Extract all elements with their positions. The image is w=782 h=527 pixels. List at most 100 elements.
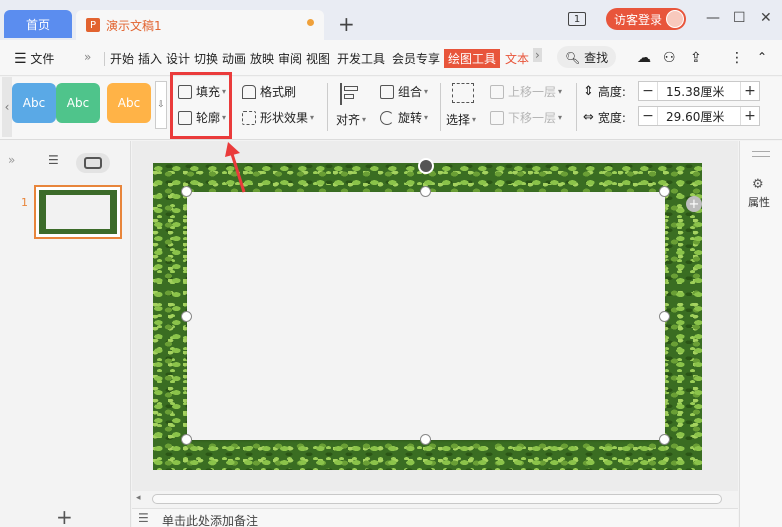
outline-view-icon[interactable]: ☰ <box>48 153 59 167</box>
resize-handle-top-left[interactable] <box>181 186 192 197</box>
notes-bar[interactable]: ☰ 单击此处添加备注 <box>132 508 738 527</box>
rotate-icon <box>380 110 394 125</box>
rotate-button[interactable]: 旋转 ▾ <box>380 109 428 126</box>
resize-handle-top-right[interactable] <box>659 186 670 197</box>
collapse-panel-icon[interactable]: » <box>8 153 15 167</box>
divider <box>576 83 577 131</box>
collapse-ribbon-icon[interactable]: ⌃ <box>757 50 767 64</box>
divider <box>104 52 105 66</box>
slide-thumbnail[interactable] <box>34 185 122 239</box>
add-slide-button[interactable]: + <box>56 505 73 527</box>
tab-transition[interactable]: 切换 <box>194 50 218 67</box>
shape-style-green[interactable]: Abc <box>56 83 100 123</box>
tab-start[interactable]: 开始 <box>110 50 134 67</box>
height-decrease-button[interactable]: − <box>639 82 657 100</box>
select-button[interactable]: 选择 ▾ <box>446 111 476 128</box>
user-share-icon[interactable]: ⚇ <box>663 50 676 66</box>
more-menu-button[interactable]: » <box>84 50 91 64</box>
scroll-right-icon[interactable]: › <box>533 48 542 62</box>
hamburger-icon: ☰ <box>14 51 27 67</box>
width-increase-button[interactable]: + <box>741 107 759 125</box>
tab-review[interactable]: 审阅 <box>278 50 302 67</box>
unsaved-dot-icon <box>307 19 314 26</box>
close-button[interactable]: ✕ <box>760 10 772 26</box>
tab-text[interactable]: 文本 <box>505 50 529 67</box>
bring-forward-button[interactable]: 上移一层 ▾ <box>490 83 562 100</box>
tab-member[interactable]: 会员专享 <box>392 50 440 67</box>
shape-effects-icon <box>242 110 256 125</box>
search-button[interactable]: 🔍︎ 查找 <box>557 46 617 68</box>
notes-placeholder[interactable]: 单击此处添加备注 <box>162 512 258 527</box>
format-painter-button[interactable]: 格式刷 <box>242 83 296 100</box>
shape-style-orange[interactable]: Abc <box>107 83 151 123</box>
divider <box>752 156 770 157</box>
tab-animation[interactable]: 动画 <box>222 50 246 67</box>
chevron-down-icon: ▾ <box>558 87 563 96</box>
maximize-button[interactable]: ☐ <box>733 10 746 26</box>
chevron-down-icon: ▾ <box>472 115 477 124</box>
selected-rectangle-shape[interactable] <box>187 192 665 440</box>
resize-handle-left[interactable] <box>181 311 192 322</box>
tab-home-label: 首页 <box>25 17 50 32</box>
shape-effects-button[interactable]: 形状效果 ▾ <box>242 109 314 126</box>
share-icon[interactable]: ⇪ <box>690 50 702 66</box>
resize-handle-top[interactable] <box>420 186 431 197</box>
tab-slideshow[interactable]: 放映 <box>250 50 274 67</box>
select-pointer-icon <box>452 83 474 103</box>
properties-icon[interactable]: ⚙ <box>752 177 764 192</box>
group-button[interactable]: 组合 ▾ <box>380 83 428 100</box>
tab-design[interactable]: 设计 <box>166 50 190 67</box>
height-increase-button[interactable]: + <box>741 82 759 100</box>
slide-panel: » ☰ 1 + <box>0 141 131 527</box>
search-label: 查找 <box>584 51 609 65</box>
height-value[interactable]: 15.38厘米 <box>657 82 741 100</box>
height-field[interactable]: − 15.38厘米 + <box>638 81 760 101</box>
cloud-icon[interactable]: ☁ <box>637 50 651 66</box>
scroll-left-icon[interactable]: ‹ <box>2 77 12 137</box>
tab-home[interactable]: 首页 <box>4 10 72 38</box>
chevron-down-icon: ▾ <box>310 113 315 122</box>
chevron-down-icon: ▾ <box>362 115 367 124</box>
title-bar: 首页 P 演示文稿1 + 1 访客登录 — ☐ ✕ <box>0 0 782 40</box>
thumbnail-view-icon <box>84 157 102 169</box>
tab-insert[interactable]: 插入 <box>138 50 162 67</box>
scrollbar-thumb[interactable] <box>152 494 722 504</box>
resize-handle-bottom-left[interactable] <box>181 434 192 445</box>
bring-forward-icon <box>490 84 504 99</box>
right-sidebar: ⚙ 属性 <box>739 141 782 527</box>
minimize-button[interactable]: — <box>706 10 720 26</box>
file-menu[interactable]: ☰ 文件 <box>14 50 54 67</box>
login-button[interactable]: 访客登录 <box>606 8 686 30</box>
tab-document[interactable]: P 演示文稿1 <box>76 10 324 40</box>
width-value[interactable]: 29.60厘米 <box>657 107 741 125</box>
width-field[interactable]: − 29.60厘米 + <box>638 106 760 126</box>
send-backward-button[interactable]: 下移一层 ▾ <box>490 109 562 126</box>
align-button[interactable]: 对齐 ▾ <box>336 111 366 128</box>
tab-drawing-tools[interactable]: 绘图工具 <box>444 49 501 68</box>
horizontal-scrollbar[interactable]: ◂ <box>132 492 727 506</box>
thumbnail-view-toggle[interactable] <box>76 153 110 173</box>
page-indicator[interactable]: 1 <box>568 12 586 26</box>
tab-view[interactable]: 视图 <box>306 50 330 67</box>
quick-add-icon[interactable]: + <box>686 196 702 212</box>
avatar <box>666 10 684 28</box>
width-icon: ⇔ <box>583 110 594 125</box>
resize-handle-bottom[interactable] <box>420 434 431 445</box>
slide-number: 1 <box>21 196 28 209</box>
annotation-highlight-box <box>170 72 232 139</box>
resize-handle-bottom-right[interactable] <box>659 434 670 445</box>
rotate-handle[interactable] <box>418 158 434 174</box>
properties-label[interactable]: 属性 <box>748 194 770 210</box>
scroll-left-arrow-icon[interactable]: ◂ <box>136 493 141 503</box>
shape-style-blue[interactable]: Abc <box>12 83 56 123</box>
tab-developer[interactable]: 开发工具 <box>337 50 385 67</box>
resize-handle-right[interactable] <box>659 311 670 322</box>
search-icon: 🔍︎ <box>565 51 581 65</box>
styles-expand-icon[interactable]: ⇩ <box>155 81 167 129</box>
divider <box>440 83 441 131</box>
more-options-icon[interactable]: ⋮ <box>730 50 744 66</box>
annotation-arrow-icon <box>225 142 246 193</box>
width-decrease-button[interactable]: − <box>639 107 657 125</box>
select-label: 选择 <box>446 113 471 127</box>
new-tab-button[interactable]: + <box>338 12 355 36</box>
